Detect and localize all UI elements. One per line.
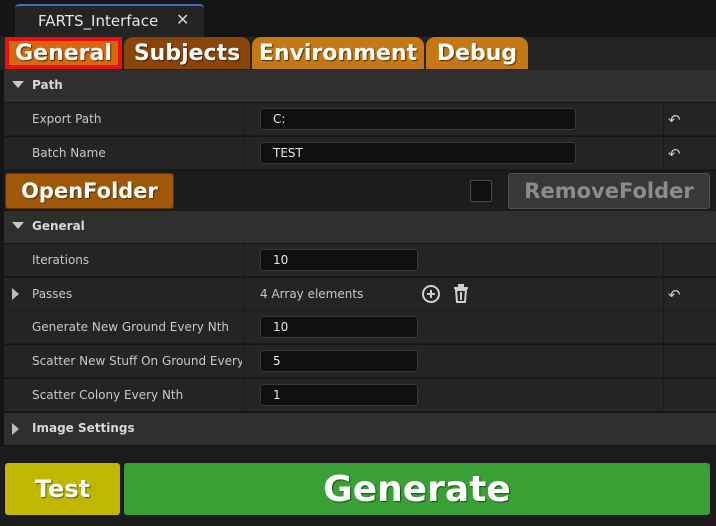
scatter-every-input[interactable]: 5 [260, 350, 418, 372]
tab-subjects[interactable]: Subjects [124, 37, 250, 69]
ground-every-input[interactable]: 10 [260, 316, 418, 338]
section-general-label: General [32, 219, 85, 233]
export-path-input[interactable]: C: [260, 108, 576, 130]
tab-environment[interactable]: Environment [252, 37, 424, 69]
expand-arrow-icon[interactable] [12, 423, 19, 435]
column-divider [663, 244, 664, 277]
iterations-input[interactable]: 10 [260, 249, 418, 271]
collapse-arrow-icon[interactable] [12, 81, 24, 88]
row-iterations: Iterations 10 [4, 244, 716, 277]
reset-arrow-icon[interactable]: ↶ [668, 286, 681, 304]
column-divider [244, 244, 245, 277]
expand-arrow-icon[interactable] [12, 288, 19, 300]
row-colony-every: Scatter Colony Every Nth 1 [4, 379, 716, 412]
row-ground-every: Generate New Ground Every Nth 10 [4, 311, 716, 344]
column-divider [663, 103, 664, 136]
add-circle-icon[interactable] [422, 285, 440, 303]
column-divider [244, 311, 245, 344]
section-path-label: Path [32, 78, 63, 92]
column-divider [244, 278, 245, 311]
reset-arrow-icon[interactable]: ↶ [668, 145, 681, 163]
row-export-path: Export Path C: ↶ [4, 103, 716, 136]
colony-every-label: Scatter Colony Every Nth [32, 388, 184, 402]
column-divider [663, 278, 664, 311]
scatter-every-label: Scatter New Stuff On Ground Every… [32, 354, 242, 368]
column-divider [663, 345, 664, 378]
window-tab-strip: FARTS_Interface ✕ [0, 0, 716, 37]
ground-every-label: Generate New Ground Every Nth [32, 320, 230, 334]
colony-every-input[interactable]: 1 [260, 384, 418, 406]
row-passes: Passes 4 Array elements ↶ [4, 278, 716, 311]
row-batch-name: Batch Name TEST ↶ [4, 137, 716, 170]
generate-button[interactable]: Generate [124, 463, 710, 515]
column-divider [244, 379, 245, 412]
passes-label: Passes [32, 287, 73, 301]
category-tab-bar: General Subjects Environment Debug [0, 37, 716, 70]
tab-debug[interactable]: Debug [426, 37, 528, 69]
column-divider [663, 379, 664, 412]
reset-arrow-icon[interactable]: ↶ [668, 111, 681, 129]
tab-general[interactable]: General [5, 37, 122, 69]
folder-checkbox[interactable] [470, 180, 492, 202]
open-folder-button[interactable]: OpenFolder [5, 173, 174, 209]
test-button[interactable]: Test [5, 463, 120, 515]
section-image-settings-label: Image Settings [32, 421, 135, 435]
column-divider [244, 137, 245, 170]
collapse-arrow-icon[interactable] [12, 222, 24, 229]
export-path-label: Export Path [32, 112, 102, 126]
row-scatter-every: Scatter New Stuff On Ground Every… 5 [4, 345, 716, 378]
document-tab-title: FARTS_Interface [38, 12, 159, 30]
trash-icon[interactable] [453, 284, 469, 304]
section-image-settings[interactable]: Image Settings [4, 413, 716, 445]
batch-name-input[interactable]: TEST [260, 142, 576, 164]
section-general[interactable]: General [4, 211, 716, 243]
close-icon[interactable]: ✕ [176, 10, 189, 29]
passes-array-count: 4 Array elements [260, 287, 364, 301]
column-divider [663, 137, 664, 170]
remove-folder-button[interactable]: RemoveFolder [508, 173, 710, 209]
iterations-label: Iterations [32, 253, 90, 267]
column-divider [663, 311, 664, 344]
batch-name-label: Batch Name [32, 146, 106, 160]
section-path[interactable]: Path [4, 70, 716, 102]
document-tab[interactable]: FARTS_Interface ✕ [15, 4, 204, 37]
column-divider [244, 103, 245, 136]
column-divider [244, 345, 245, 378]
